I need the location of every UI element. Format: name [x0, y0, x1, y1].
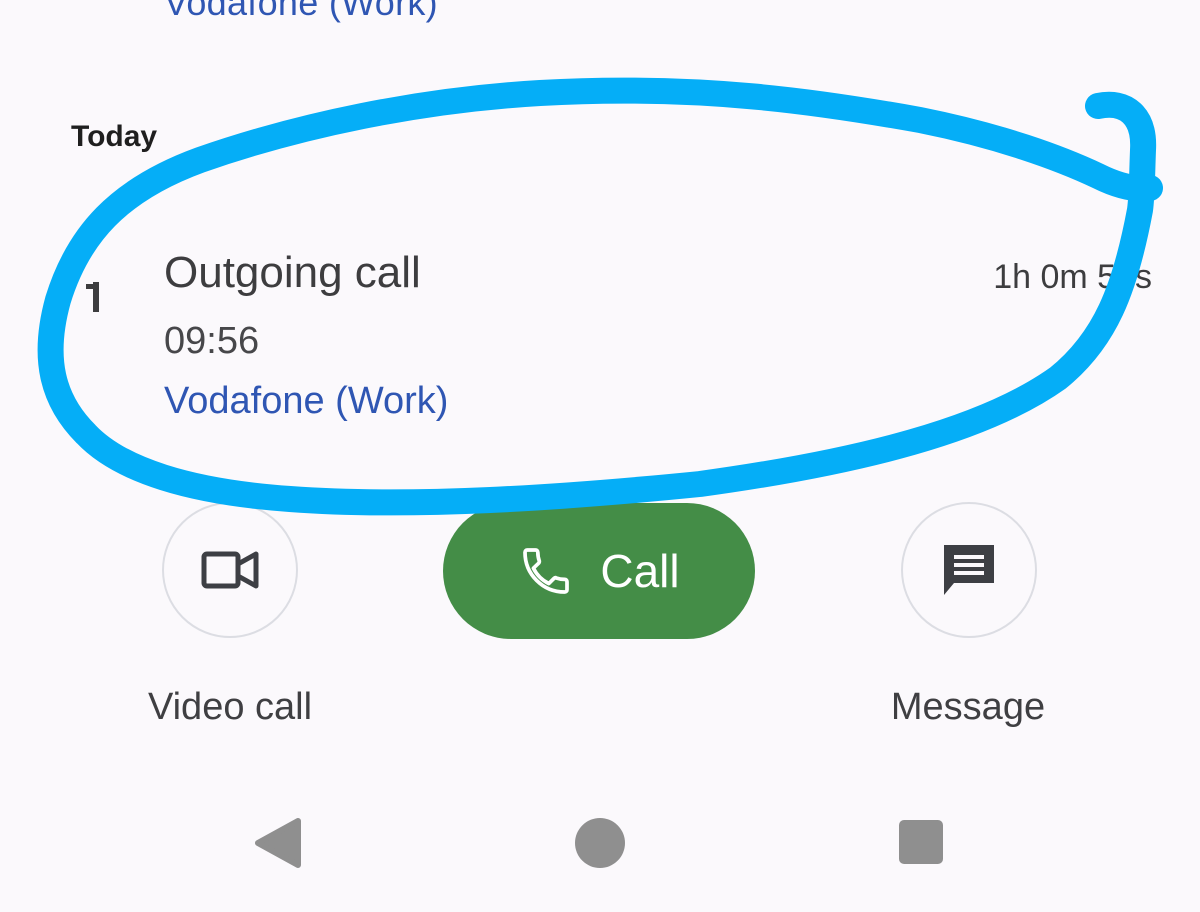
recents-square-icon[interactable] — [898, 819, 944, 865]
video-call-button[interactable] — [162, 502, 298, 638]
call-time: 09:56 — [164, 320, 260, 362]
call-history-entry[interactable]: Outgoing call 09:56 Vodafone (Work) 1h 0… — [0, 240, 1200, 440]
call-button-label: Call — [600, 545, 680, 597]
message-button[interactable] — [901, 502, 1037, 638]
outgoing-call-icon — [86, 282, 99, 312]
call-type: Outgoing call — [164, 248, 421, 297]
video-call-label: Video call — [147, 686, 313, 728]
previous-call-carrier: Vodafone (Work) — [164, 0, 438, 23]
home-circle-icon[interactable] — [574, 817, 626, 869]
call-carrier: Vodafone (Work) — [164, 380, 449, 422]
phone-icon — [523, 548, 570, 594]
section-header-today: Today — [71, 120, 158, 153]
message-label: Message — [890, 686, 1046, 728]
call-duration: 1h 0m 50s — [993, 258, 1152, 296]
back-triangle-icon[interactable] — [254, 818, 302, 868]
video-camera-icon — [201, 551, 259, 589]
highlight-annotation-stroke — [37, 77, 1163, 516]
chat-message-icon — [944, 545, 994, 595]
call-button[interactable]: Call — [443, 503, 755, 639]
